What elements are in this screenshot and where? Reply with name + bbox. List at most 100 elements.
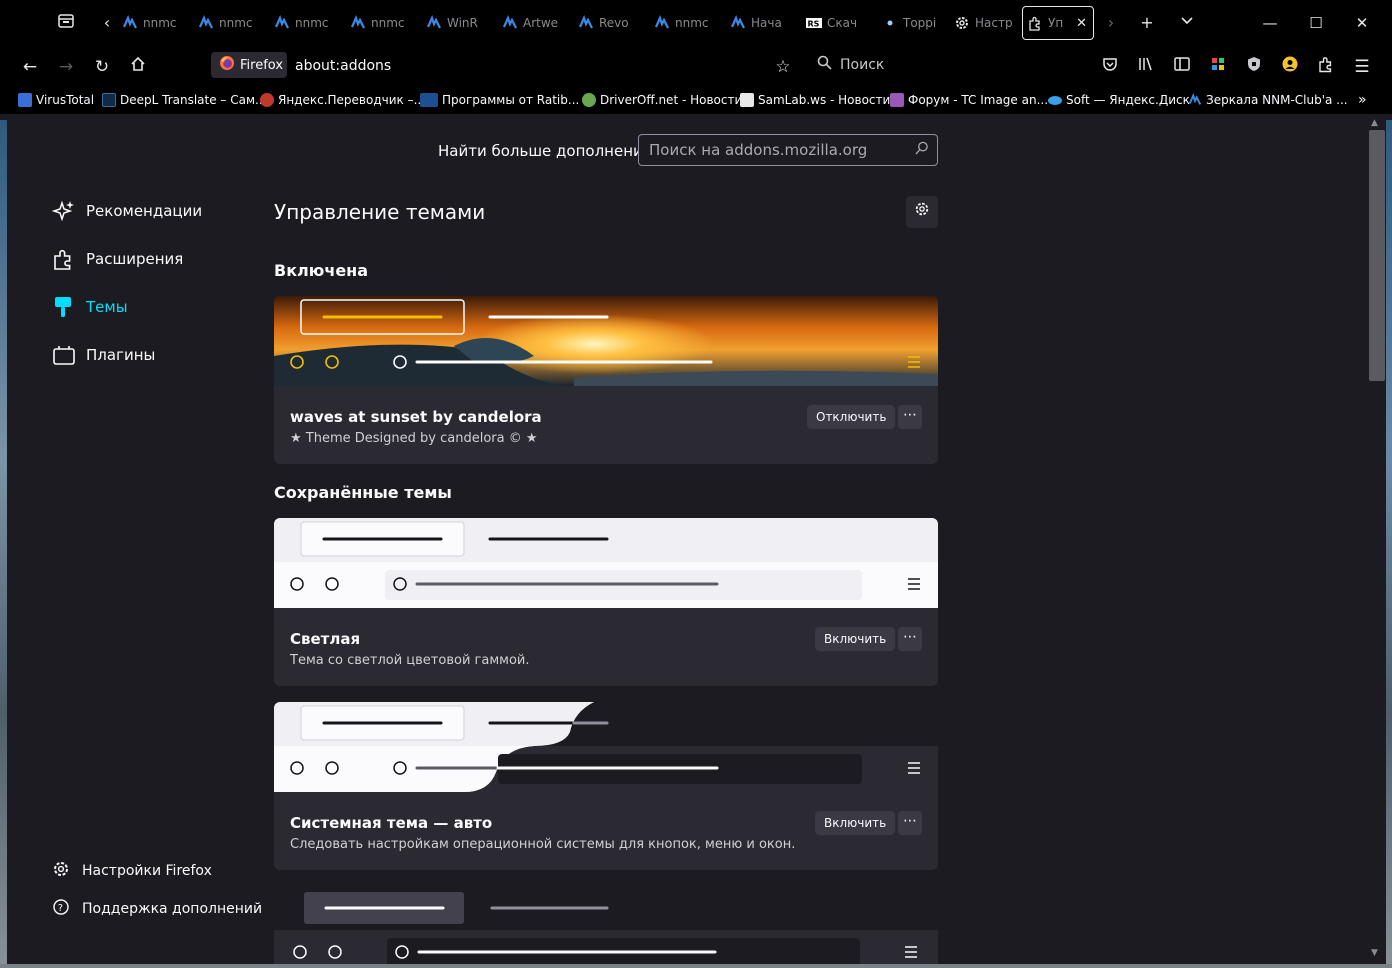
samlab-icon (740, 93, 754, 107)
tab[interactable]: nnmc (270, 6, 344, 40)
theme-description: Тема со светлой цветовой гаммой. (290, 653, 530, 668)
minimize-icon[interactable]: — (1256, 10, 1284, 36)
home-icon[interactable] (126, 55, 150, 79)
tab[interactable]: WinR (422, 6, 496, 40)
bookmark-item[interactable]: DeepL Translate – Сам... (102, 91, 266, 109)
bookmark-item[interactable]: VirusTotal (18, 91, 94, 109)
addons-support-link[interactable]: ? Поддержка дополнений (52, 898, 262, 920)
theme-preview-light (274, 518, 938, 608)
sidebar-toggle-icon[interactable] (1170, 55, 1194, 79)
nnm-icon (1188, 92, 1202, 107)
enable-theme-button[interactable]: Включить (815, 811, 896, 835)
puzzle-icon (52, 247, 76, 271)
theme-name: Светлая (290, 630, 361, 648)
theme-card-system: Системная тема — авто Следовать настройк… (274, 702, 938, 870)
tab[interactable]: nnmc (194, 6, 268, 40)
category-extensions[interactable]: Расширения (52, 246, 183, 272)
bookmark-item[interactable]: Зеркала NNM-Club'а ... (1188, 91, 1348, 109)
shield-icon[interactable] (1242, 55, 1266, 79)
scroll-down-icon[interactable]: ▼ (1371, 948, 1378, 958)
forum-icon (890, 93, 904, 107)
sparkles-icon (51, 199, 76, 223)
theme-preview-sunset (274, 296, 938, 386)
category-recommendations[interactable]: Рекомендации (51, 198, 202, 224)
more-options-button[interactable]: ⋯ (898, 811, 922, 835)
page-title: Управление темами (274, 200, 486, 224)
tab-active[interactable]: Уп ✕ (1022, 6, 1094, 40)
url-field[interactable]: about:addons (295, 58, 391, 74)
library-icon[interactable] (1134, 55, 1158, 79)
hamburger-menu-icon[interactable]: ☰ (1350, 55, 1374, 79)
search-icon (915, 141, 929, 159)
enabled-heading: Включена (274, 261, 369, 280)
category-themes[interactable]: Темы (52, 294, 128, 320)
bookmark-item[interactable]: Яндекс.Переводчик –... (260, 91, 425, 109)
account-icon[interactable] (1278, 55, 1302, 79)
extensions-icon[interactable] (1314, 55, 1338, 79)
theme-preview-dark (274, 886, 938, 968)
tab[interactable]: Artwe (498, 6, 572, 40)
tab[interactable]: Нача (726, 6, 800, 40)
yandex-translate-icon (260, 93, 274, 107)
firefox-settings-link[interactable]: Настройки Firefox (52, 860, 212, 882)
bookmark-item[interactable]: Программы от Ratib... (420, 91, 579, 109)
plugin-icon (52, 343, 76, 367)
nnm-icon (426, 14, 442, 31)
tab[interactable]: nnmc (346, 6, 420, 40)
gear-icon (954, 15, 970, 31)
bookmark-star-icon[interactable]: ☆ (771, 55, 795, 79)
bookmarks-overflow-icon[interactable]: » (1358, 91, 1367, 109)
pocket-icon[interactable] (1098, 55, 1122, 79)
category-plugins[interactable]: Плагины (52, 342, 155, 368)
nnm-icon (198, 14, 214, 31)
bookmark-item[interactable]: Форум - TC Image an... (890, 91, 1048, 109)
more-options-button[interactable]: ⋯ (898, 405, 922, 429)
more-options-button[interactable]: ⋯ (898, 627, 922, 651)
nav-search-field[interactable]: Поиск (817, 55, 884, 74)
theme-description: ★ Theme Designed by candelora © ★ (290, 431, 538, 446)
search-icon (817, 55, 832, 74)
scroll-up-icon[interactable]: ▲ (1371, 118, 1378, 128)
tab[interactable]: Торрі (878, 6, 952, 40)
back-icon[interactable]: ← (18, 55, 42, 79)
tab[interactable]: RS Скач (802, 6, 876, 40)
tab-scroll-left-icon[interactable]: ‹ (96, 12, 118, 34)
tools-gear-button[interactable] (906, 196, 938, 228)
amo-search-input[interactable]: Поиск на addons.mozilla.org (638, 134, 938, 166)
paintbrush-icon (52, 295, 76, 319)
tab[interactable]: nnmc (118, 6, 192, 40)
scrollbar-thumb[interactable] (1369, 130, 1385, 381)
firefox-logo-icon (219, 55, 235, 75)
firefox-view-icon[interactable] (55, 12, 77, 34)
ratiborus-icon (420, 93, 438, 107)
tab[interactable]: nnmc (650, 6, 724, 40)
tab[interactable]: Настр (950, 6, 1024, 40)
theme-name: Системная тема — авто (290, 814, 493, 832)
gear-icon (52, 860, 70, 882)
list-all-tabs-icon[interactable] (1176, 12, 1198, 34)
new-tab-icon[interactable]: + (1136, 12, 1158, 34)
yandex-disk-icon (1048, 95, 1062, 105)
enable-theme-button[interactable]: Включить (815, 627, 896, 651)
close-window-icon[interactable]: ✕ (1348, 10, 1376, 36)
bookmark-item[interactable]: Soft — Яндекс.Диск (1048, 91, 1190, 109)
help-icon: ? (52, 898, 70, 920)
close-tab-icon[interactable]: ✕ (1076, 16, 1087, 31)
find-more-label: Найти больше дополнений (438, 142, 653, 160)
virustotal-icon (18, 93, 32, 107)
tab-scroll-right-icon[interactable]: › (1100, 12, 1122, 34)
forward-icon[interactable]: → (54, 55, 78, 79)
identity-box[interactable]: Firefox (211, 52, 287, 78)
colorful-extension-icon[interactable] (1206, 55, 1230, 79)
reload-icon[interactable]: ↻ (90, 55, 114, 79)
dot-icon (882, 15, 898, 31)
bookmark-item[interactable]: DriverOff.net - Новости (582, 91, 742, 109)
saved-themes-heading: Сохранённые темы (274, 483, 452, 502)
maximize-icon[interactable]: ☐ (1302, 10, 1330, 36)
deepl-icon (102, 93, 116, 107)
bookmark-item[interactable]: SamLab.ws - Новости (740, 91, 890, 109)
tab-strip: ‹ nnmc nnmc nnmc nnmc WinR Artwe Revo nn… (0, 0, 1392, 46)
nnm-icon (730, 14, 746, 31)
disable-theme-button[interactable]: Отключить (807, 405, 896, 429)
tab[interactable]: Revo (574, 6, 648, 40)
